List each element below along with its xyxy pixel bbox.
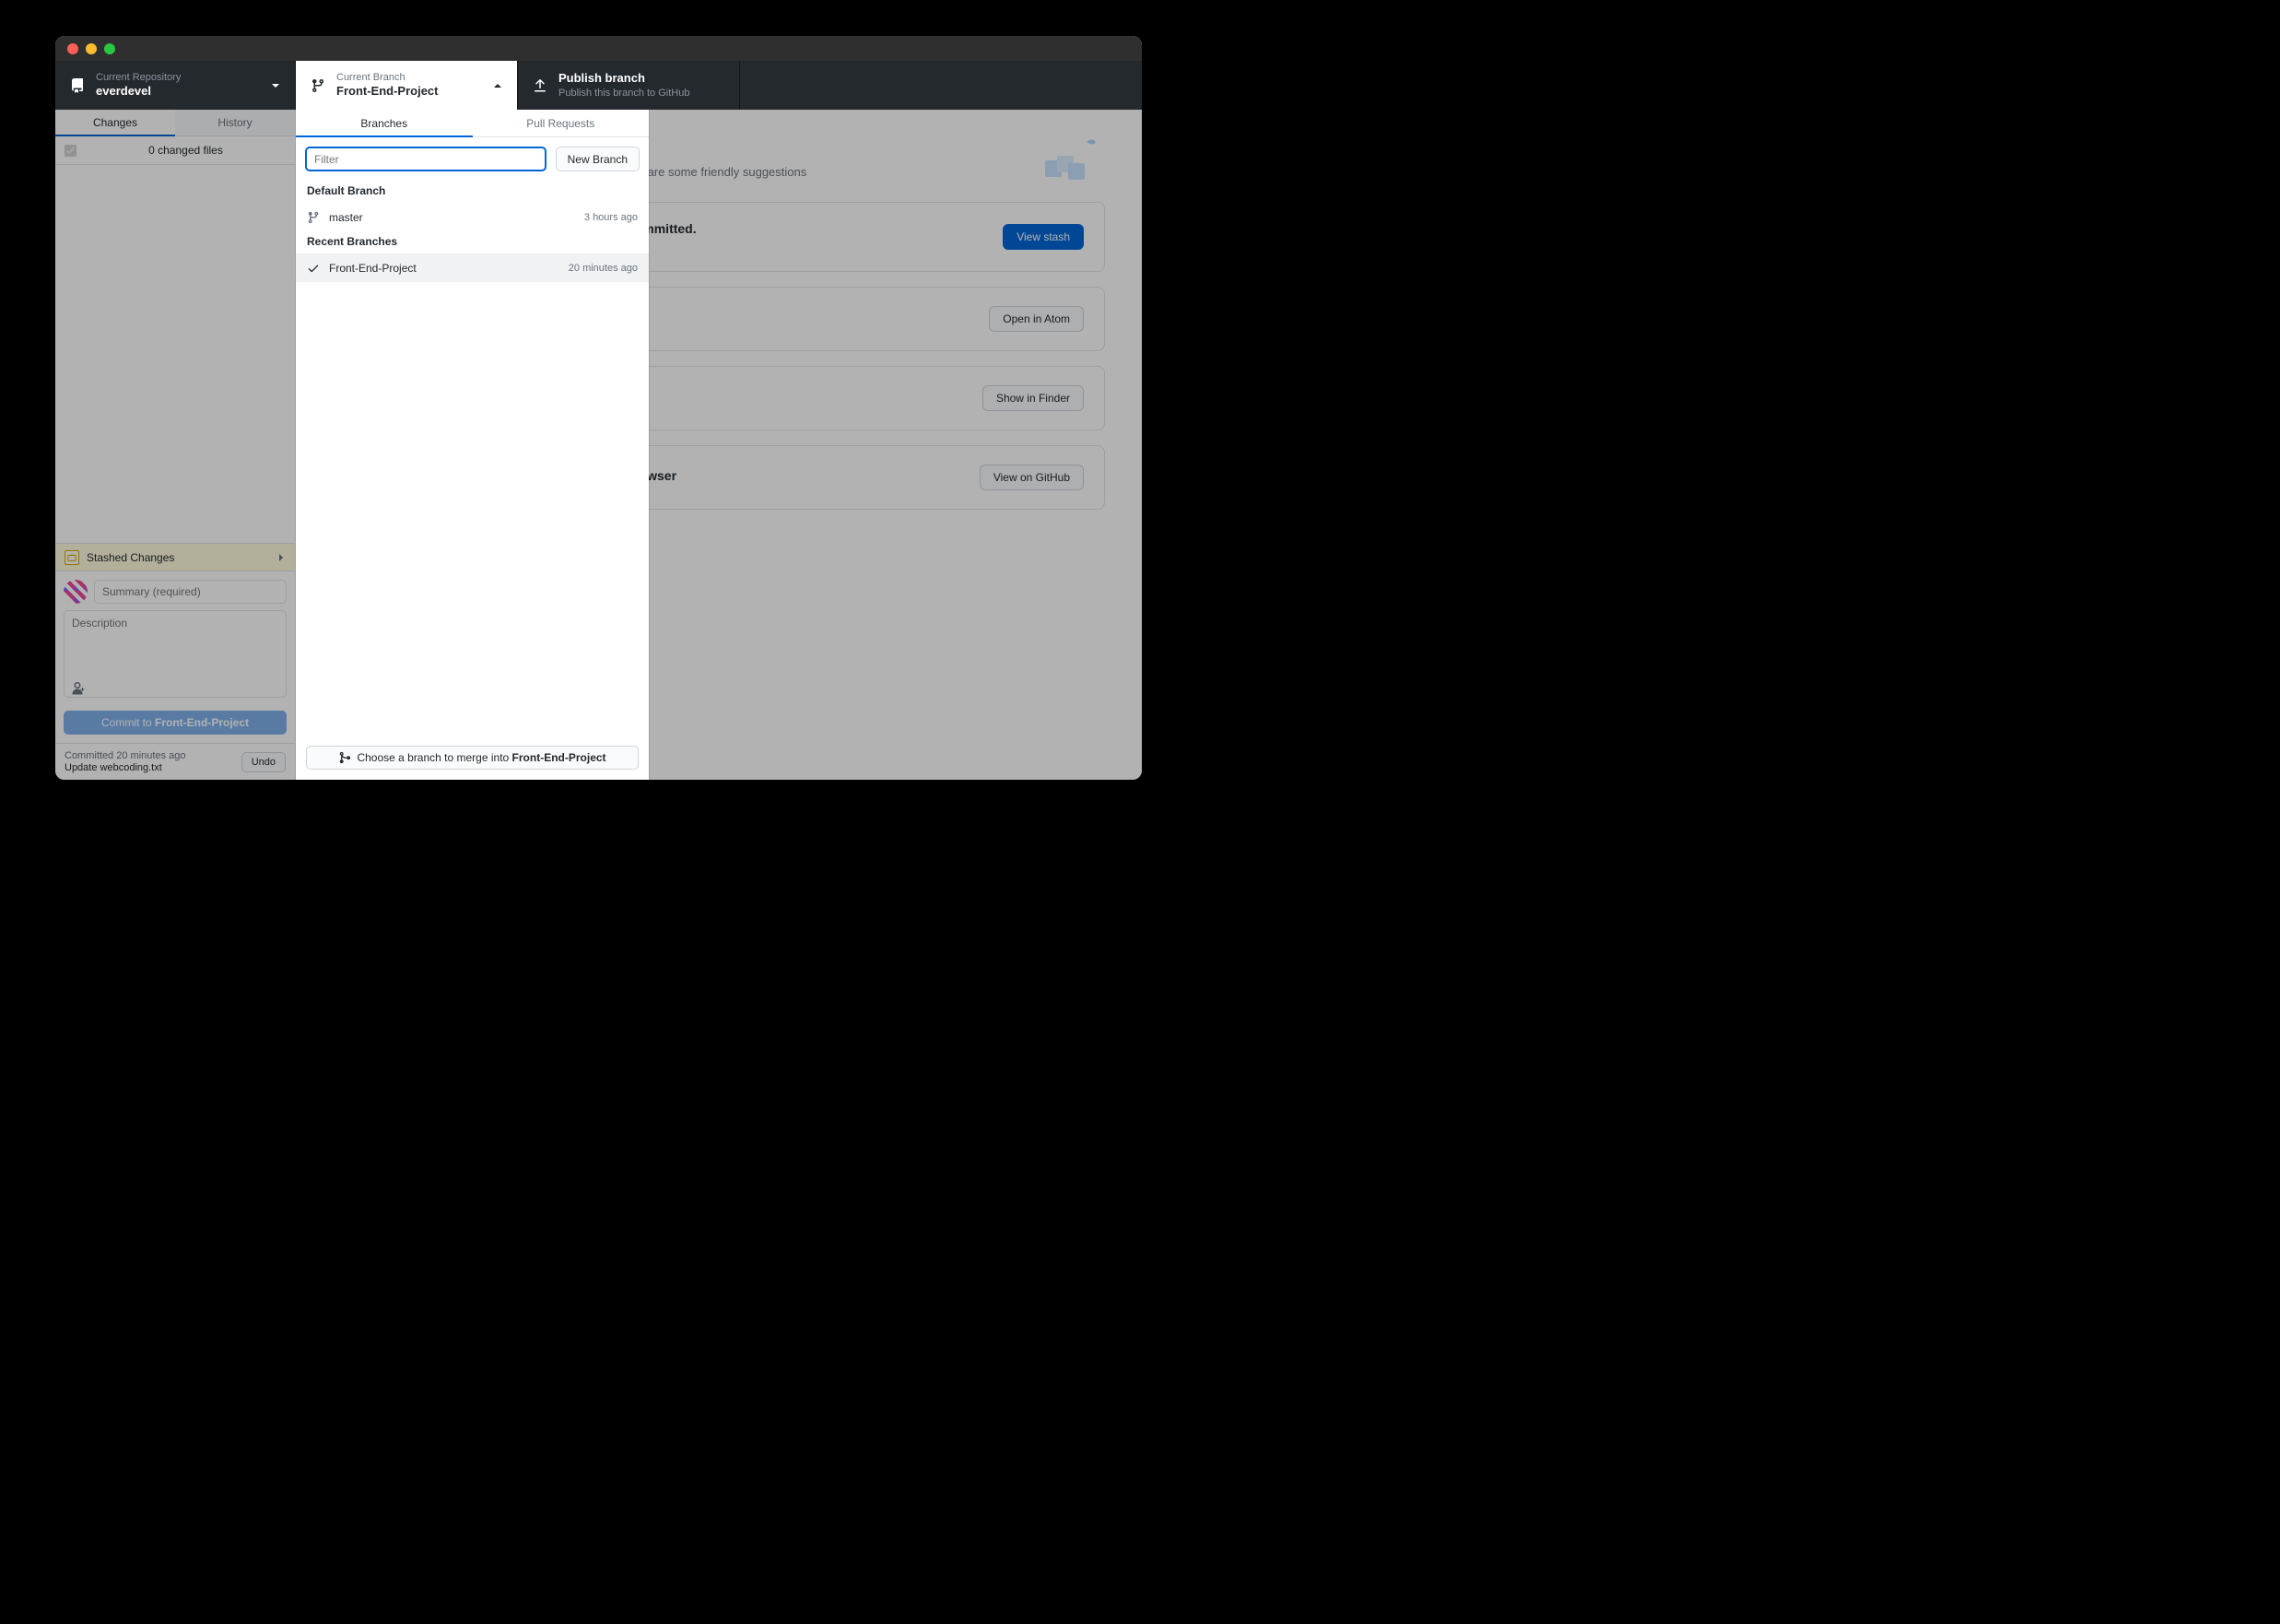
branch-icon xyxy=(311,78,325,93)
view-stash-button[interactable]: View stash xyxy=(1003,224,1084,250)
changes-header: 0 changed files xyxy=(55,136,295,165)
last-commit: Committed 20 minutes ago Update webcodin… xyxy=(55,744,295,780)
branch-name: Front-End-Project xyxy=(329,262,569,275)
chevron-right-icon xyxy=(276,553,286,562)
titlebar xyxy=(55,36,1142,61)
branch-item-front-end-project[interactable]: Front-End-Project 20 minutes ago xyxy=(296,253,649,282)
branch-icon xyxy=(307,211,322,224)
description-input[interactable] xyxy=(64,610,287,698)
app-window: Current Repository everdevel Current Bra… xyxy=(55,36,1142,780)
tab-history[interactable]: History xyxy=(175,110,295,135)
branch-name: Front-End-Project xyxy=(336,84,493,100)
repository-selector[interactable]: Current Repository everdevel xyxy=(55,61,296,110)
merge-branch-button[interactable]: Choose a branch to merge into Front-End-… xyxy=(306,746,639,770)
last-commit-message: Update webcoding.txt xyxy=(65,762,241,773)
view-github-button[interactable]: View on GitHub xyxy=(980,465,1084,490)
branch-item-master[interactable]: master 3 hours ago xyxy=(296,203,649,231)
default-branch-label: Default Branch xyxy=(296,181,649,203)
tab-changes[interactable]: Changes xyxy=(55,110,175,135)
select-all-checkbox[interactable] xyxy=(65,145,76,157)
merge-icon xyxy=(338,751,351,764)
branch-time: 20 minutes ago xyxy=(569,263,638,274)
summary-input[interactable] xyxy=(94,580,287,604)
recent-branches-label: Recent Branches xyxy=(296,231,649,253)
publish-branch-button[interactable]: Publish branch Publish this branch to Gi… xyxy=(518,61,740,110)
branch-selector[interactable]: Current Branch Front-End-Project xyxy=(296,61,518,110)
changes-list xyxy=(55,165,295,543)
tab-branches[interactable]: Branches xyxy=(296,110,473,136)
commit-form: Commit to Front-End-Project xyxy=(55,571,295,744)
close-window-button[interactable] xyxy=(67,43,78,54)
undo-button[interactable]: Undo xyxy=(241,752,286,772)
stashed-changes[interactable]: Stashed Changes xyxy=(55,543,295,571)
add-coauthor-icon[interactable] xyxy=(71,682,86,697)
repo-label: Current Repository xyxy=(96,71,271,84)
publish-desc: Publish this branch to GitHub xyxy=(558,87,724,100)
repo-icon xyxy=(70,78,85,93)
chevron-down-icon xyxy=(271,81,280,90)
tab-pull-requests[interactable]: Pull Requests xyxy=(473,110,650,136)
open-editor-button[interactable]: Open in Atom xyxy=(989,306,1084,332)
branch-label: Current Branch xyxy=(336,71,493,84)
illustration xyxy=(1040,137,1105,183)
changes-count: 0 changed files xyxy=(86,144,286,157)
repo-name: everdevel xyxy=(96,84,271,100)
sidebar: Changes History 0 changed files Stashed … xyxy=(55,110,296,780)
stash-icon xyxy=(65,550,79,565)
branch-dropdown: Branches Pull Requests New Branch Defaul… xyxy=(296,110,649,780)
show-finder-button[interactable]: Show in Finder xyxy=(982,385,1084,411)
new-branch-button[interactable]: New Branch xyxy=(556,147,640,171)
branch-time: 3 hours ago xyxy=(584,212,638,223)
avatar xyxy=(64,580,88,604)
toolbar: Current Repository everdevel Current Bra… xyxy=(55,61,1142,110)
check-icon xyxy=(307,262,322,275)
maximize-window-button[interactable] xyxy=(104,43,115,54)
publish-label: Publish branch xyxy=(558,71,724,87)
commit-button[interactable]: Commit to Front-End-Project xyxy=(64,711,287,735)
sidebar-tabs: Changes History xyxy=(55,110,295,136)
publish-icon xyxy=(533,78,547,93)
last-commit-time: Committed 20 minutes ago xyxy=(65,750,241,761)
minimize-window-button[interactable] xyxy=(86,43,97,54)
filter-input[interactable] xyxy=(305,147,546,171)
branch-name: master xyxy=(329,211,584,224)
stashed-label: Stashed Changes xyxy=(87,551,174,564)
chevron-up-icon xyxy=(493,81,502,90)
